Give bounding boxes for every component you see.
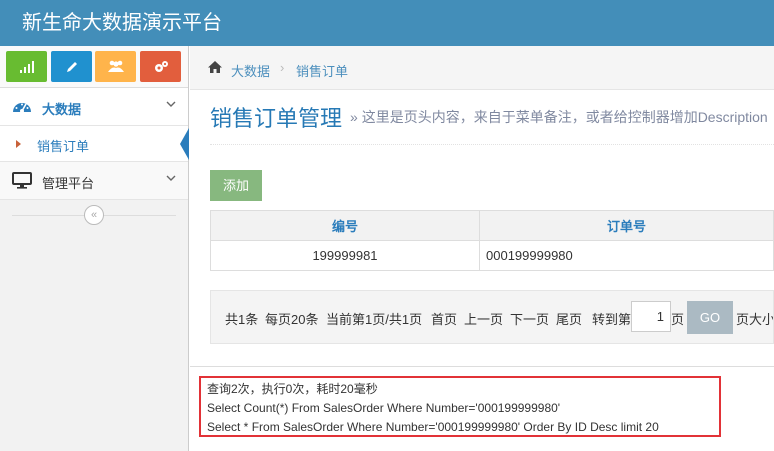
sql-stats: 查询2次，执行0次，耗时20毫秒	[207, 382, 378, 396]
sql-line: Select * From SalesOrder Where Number='0…	[207, 420, 659, 434]
sql-log-panel: 查询2次，执行0次，耗时20毫秒 Select Count(*) From Sa…	[190, 366, 774, 451]
sidebar-subitem-sales-order[interactable]: 销售订单	[0, 126, 189, 162]
pager-next-link[interactable]: 下一页	[510, 309, 549, 328]
cogs-icon	[154, 60, 168, 72]
pencil-icon	[66, 61, 77, 72]
sidebar-subitem-label: 销售订单	[37, 139, 90, 154]
chevron-down-icon	[166, 175, 176, 181]
pager-first-link[interactable]: 首页	[431, 309, 457, 328]
pagination-bar: 共1条 每页20条 当前第1页/共1页 首页 上一页 下一页 尾页 转到第 1 …	[210, 290, 774, 344]
breadcrumb-link-bigdata[interactable]: 大数据	[231, 61, 270, 80]
pager-last-link[interactable]: 尾页	[556, 309, 582, 328]
shortcut-button-users[interactable]	[95, 51, 136, 82]
column-header-number[interactable]: 编号	[210, 210, 480, 241]
sidebar-collapse-row: «	[0, 200, 188, 230]
top-navbar: 新生命大数据演示平台	[0, 0, 774, 46]
table-cell-number: 199999981	[210, 240, 480, 271]
signal-icon	[19, 60, 34, 73]
table-row[interactable]: 199999981 000199999980	[210, 240, 774, 271]
double-chevron-left-icon[interactable]: «	[84, 205, 104, 225]
sidebar-item-bigdata[interactable]: 大数据	[0, 88, 188, 126]
table-header-row: 编号 订单号	[210, 210, 774, 241]
page-description: » 这里是页头内容，来自于菜单备注，或者给控制器增加Description	[350, 109, 768, 125]
sidebar-item-label: 管理平台	[42, 176, 95, 191]
goto-page-input[interactable]: 1	[631, 301, 671, 332]
dashboard-icon	[13, 103, 31, 113]
page-header: 销售订单管理 » 这里是页头内容，来自于菜单备注，或者给控制器增加Descript…	[210, 101, 774, 145]
pager-goto-suffix: 页	[671, 312, 685, 327]
sidebar-shortcuts	[0, 46, 188, 88]
pager-prev-link[interactable]: 上一页	[464, 309, 503, 328]
main-content: 大数据 › 销售订单 销售订单管理 » 这里是页头内容，来自于菜单备注，或者给控制…	[190, 46, 774, 451]
active-marker	[180, 128, 189, 160]
pager-current: 当前第1页/共1页	[326, 312, 423, 327]
sql-log-highlight: 查询2次，执行0次，耗时20毫秒 Select Count(*) From Sa…	[199, 376, 721, 437]
caret-right-icon	[16, 140, 21, 148]
chevron-down-icon	[166, 101, 176, 107]
pager-goto-prefix: 转到第	[592, 312, 632, 327]
orders-table: 编号 订单号 199999981 000199999980	[210, 210, 774, 271]
page-title: 销售订单管理	[210, 106, 343, 131]
chevron-right-icon: ›	[280, 60, 285, 75]
shortcut-button-edit[interactable]	[51, 51, 92, 82]
shortcut-button-stats[interactable]	[6, 51, 47, 82]
shortcut-button-settings[interactable]	[140, 51, 181, 82]
breadcrumb: 大数据 › 销售订单	[190, 46, 774, 90]
sidebar-item-admin[interactable]: 管理平台	[0, 162, 188, 200]
desktop-icon	[12, 172, 32, 189]
breadcrumb-current: 销售订单	[296, 64, 349, 79]
sidebar: 大数据 销售订单 管理平台 «	[0, 46, 189, 451]
pager-total: 共1条	[225, 312, 259, 327]
go-button[interactable]: GO	[687, 301, 733, 334]
app-title[interactable]: 新生命大数据演示平台	[22, 11, 222, 35]
sidebar-item-label: 大数据	[42, 102, 82, 117]
home-icon[interactable]	[207, 60, 223, 74]
column-header-order-number[interactable]: 订单号	[479, 210, 774, 241]
sql-line: Select Count(*) From SalesOrder Where Nu…	[207, 401, 561, 415]
pager-size-label: 页大小	[736, 312, 774, 327]
users-icon	[107, 60, 124, 72]
add-button[interactable]: 添加	[210, 170, 262, 201]
table-cell-order-number: 000199999980	[479, 240, 774, 271]
pager-page-size: 每页20条	[265, 312, 319, 327]
